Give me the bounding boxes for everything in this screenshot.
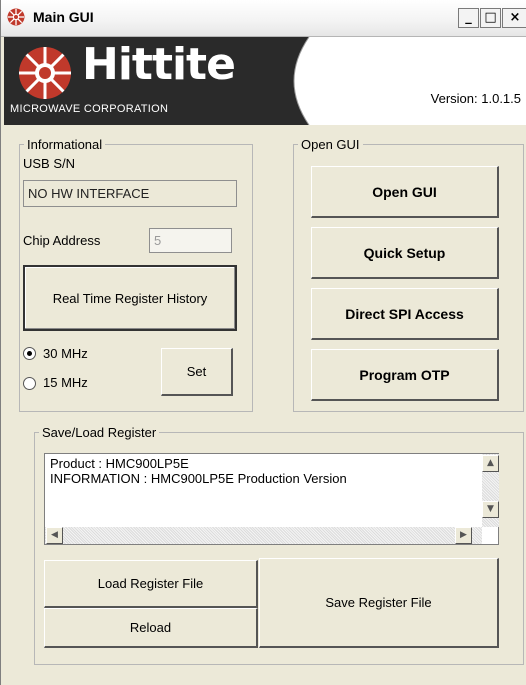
maximize-button[interactable]: □ [480,8,501,28]
usb-sn-label: USB S/N [23,156,76,171]
brand-banner: Hittite MICROWAVE CORPORATION Version: 1… [4,37,526,125]
log-line: INFORMATION : HMC900LP5E Production Vers… [50,471,347,486]
hittite-logo-icon [7,8,25,26]
chip-address-field[interactable]: 5 [149,228,232,253]
log-line: Product : HMC900LP5E [50,456,189,471]
main-window: Main GUI _ □ × Hittite MICROWAVE CORPORA… [0,0,526,685]
radio-15mhz[interactable] [23,377,36,390]
window-title: Main GUI [33,9,94,25]
brand-subtitle: MICROWAVE CORPORATION [10,103,169,115]
save-load-legend: Save/Load Register [42,425,157,440]
brand-name: Hittite [82,39,236,90]
radio-30mhz-label: 30 MHz [43,346,88,361]
open-gui-legend: Open GUI [301,137,360,152]
scroll-up-arrow-icon[interactable]: ▲ [482,455,499,472]
register-log-textarea[interactable]: Product : HMC900LP5E INFORMATION : HMC90… [44,453,499,545]
horizontal-scrollbar[interactable] [45,527,482,544]
load-register-file-button[interactable]: Load Register File [44,560,258,608]
quick-setup-button[interactable]: Quick Setup [311,227,499,279]
informational-legend: Informational [27,137,103,152]
chip-address-label: Chip Address [23,233,101,248]
title-bar[interactable]: Main GUI _ □ × [1,0,526,37]
radio-15mhz-label: 15 MHz [43,375,88,390]
usb-sn-field: NO HW INTERFACE [23,180,237,207]
open-gui-button[interactable]: Open GUI [311,166,499,218]
set-button[interactable]: Set [161,348,233,396]
minimize-button[interactable]: _ [458,8,479,28]
close-button[interactable]: × [502,8,526,28]
hittite-logo-icon [19,47,71,99]
direct-spi-access-button[interactable]: Direct SPI Access [311,288,499,340]
radio-30mhz[interactable] [23,347,36,360]
scroll-right-arrow-icon[interactable]: ▶ [455,527,472,544]
radio-30mhz-dot [27,351,32,356]
program-otp-button[interactable]: Program OTP [311,349,499,401]
version-label: Version: 1.0.1.5 [430,91,521,106]
real-time-register-history-button[interactable]: Real Time Register History [23,265,237,331]
scroll-down-arrow-icon[interactable]: ▼ [482,501,499,518]
save-register-file-button[interactable]: Save Register File [259,558,499,648]
reload-button[interactable]: Reload [44,608,258,648]
scroll-left-arrow-icon[interactable]: ◀ [46,527,63,544]
